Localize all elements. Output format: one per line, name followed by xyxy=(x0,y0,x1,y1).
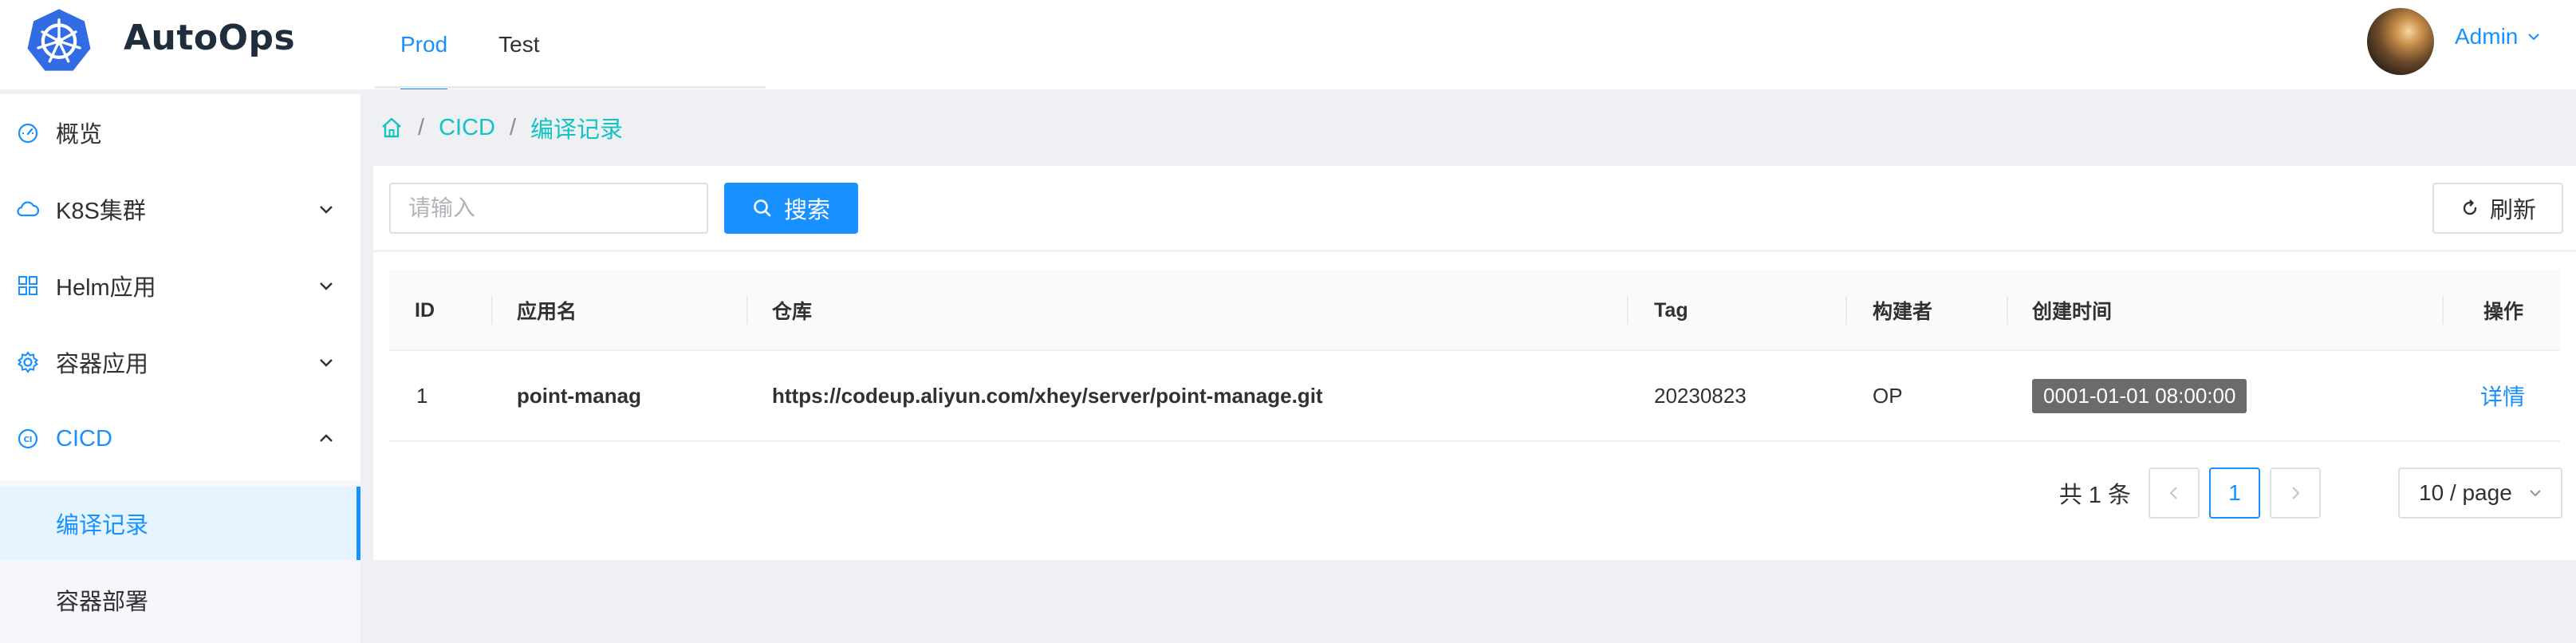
tab-test[interactable]: Test xyxy=(473,0,565,89)
cell-repo: https://codeup.aliyun.com/xhey/server/po… xyxy=(772,383,1323,408)
column-divider xyxy=(746,296,748,325)
refresh-button[interactable]: 刷新 xyxy=(2432,183,2563,234)
dashboard-icon xyxy=(18,123,38,144)
sidebar-item-label: 概览 xyxy=(56,122,103,148)
column-divider xyxy=(2007,296,2008,325)
pagination-next-button[interactable] xyxy=(2270,467,2321,519)
refresh-icon xyxy=(2463,199,2477,215)
time-tag: 0001-01-01 08:00:00 xyxy=(2032,378,2247,413)
grid-icon xyxy=(18,276,37,295)
breadcrumb-separator: / xyxy=(509,114,517,140)
chevron-left-icon xyxy=(2169,487,2177,499)
user-menu[interactable]: Admin xyxy=(2455,24,2542,49)
cicd-submenu: 编译记录 容器部署 xyxy=(0,480,360,643)
tab-prod[interactable]: Prod xyxy=(375,0,473,89)
chevron-right-icon xyxy=(2292,487,2300,499)
user-name: Admin xyxy=(2455,24,2519,49)
top-header: AutoOps Prod Test Admin xyxy=(0,0,2576,89)
cell-created-time: 0001-01-01 08:00:00 xyxy=(2032,351,2247,440)
chevron-down-icon xyxy=(2528,34,2540,41)
sidebar-item-helm-apps[interactable]: Helm应用 xyxy=(0,247,360,324)
table-header: ID 应用名 仓库 Tag 构建者 创建时间 操作 xyxy=(389,270,2560,351)
toolbar: 搜索 刷新 xyxy=(373,166,2576,250)
column-header-created-time: 创建时间 xyxy=(2032,301,2113,323)
sidebar-item-label: K8S集群 xyxy=(56,199,146,224)
sidebar-item-k8s-cluster[interactable]: K8S集群 xyxy=(0,171,360,247)
environment-tabs: Prod Test xyxy=(375,0,565,89)
sidebar-item-cicd[interactable]: CI CICD xyxy=(0,400,360,477)
breadcrumb-item-current: 编译记录 xyxy=(530,117,624,143)
chevron-down-icon xyxy=(320,206,333,214)
home-icon[interactable] xyxy=(380,116,404,140)
sidebar-subitem-label: 编译记录 xyxy=(56,513,149,538)
gear-icon xyxy=(17,351,39,373)
cell-actions: 详情 xyxy=(2480,351,2525,440)
column-divider xyxy=(2442,296,2444,325)
kubernetes-logo-icon[interactable] xyxy=(26,6,93,73)
cell-id: 1 xyxy=(416,383,428,408)
breadcrumb-separator: / xyxy=(418,114,425,140)
cell-builder: OP xyxy=(1873,383,1903,408)
sidebar-item-label: 容器应用 xyxy=(56,352,149,377)
tabs-underline-divider xyxy=(375,86,766,89)
sidebar-subitem-build-records[interactable]: 编译记录 xyxy=(0,487,360,560)
cell-tag: 20230823 xyxy=(1654,383,1747,408)
column-header-builder: 构建者 xyxy=(1873,301,1933,323)
sidebar-item-label: Helm应用 xyxy=(56,275,156,301)
search-icon xyxy=(754,199,771,217)
ci-icon: CI xyxy=(18,428,38,449)
column-header-tag: Tag xyxy=(1654,298,1688,322)
sidebar-item-container-apps[interactable]: 容器应用 xyxy=(0,324,360,400)
svg-text:CI: CI xyxy=(23,436,32,444)
cloud-icon xyxy=(17,201,40,217)
chevron-up-icon xyxy=(320,434,333,442)
refresh-button-label: 刷新 xyxy=(2489,198,2536,223)
sidebar-subitem-label: 容器部署 xyxy=(56,590,149,615)
details-link[interactable]: 详情 xyxy=(2480,380,2525,412)
avatar[interactable] xyxy=(2367,8,2434,75)
pagination-total: 共 1 条 xyxy=(2058,483,2131,508)
breadcrumb: / CICD / 编译记录 xyxy=(380,110,623,145)
sidebar: 概览 K8S集群 Helm应用 容器应用 CI CICD 编译记录 容器部署 xyxy=(0,94,360,643)
build-records-table-card: ID 应用名 仓库 Tag 构建者 创建时间 操作 1 point-manag … xyxy=(373,252,2576,560)
page-size-value: 10 / page xyxy=(2419,480,2512,505)
sidebar-item-overview[interactable]: 概览 xyxy=(0,94,360,171)
search-input[interactable] xyxy=(389,183,708,234)
breadcrumb-item-cicd[interactable]: CICD xyxy=(439,115,495,141)
column-header-repo: 仓库 xyxy=(772,301,813,323)
column-divider xyxy=(1627,296,1629,325)
page-size-select[interactable]: 10 / page xyxy=(2398,467,2562,519)
pagination-prev-button[interactable] xyxy=(2149,467,2200,519)
sidebar-subitem-container-deploy[interactable]: 容器部署 xyxy=(0,563,360,637)
sidebar-item-label: CICD xyxy=(56,425,112,452)
chevron-down-icon xyxy=(320,282,333,290)
search-button-label: 搜索 xyxy=(783,198,830,223)
chevron-down-icon xyxy=(320,359,333,367)
column-divider xyxy=(1845,296,1847,325)
column-header-id: ID xyxy=(415,298,435,322)
chevron-down-icon xyxy=(2530,490,2541,497)
search-button[interactable]: 搜索 xyxy=(724,183,858,234)
app-brand: AutoOps xyxy=(124,18,296,58)
column-header-app-name: 应用名 xyxy=(517,301,577,323)
table-row: 1 point-manag https://codeup.aliyun.com/… xyxy=(389,351,2560,442)
cell-app-name: point-manag xyxy=(517,383,641,408)
column-divider xyxy=(491,296,493,325)
column-header-actions: 操作 xyxy=(2483,301,2524,323)
pagination-page-1[interactable]: 1 xyxy=(2209,467,2260,519)
